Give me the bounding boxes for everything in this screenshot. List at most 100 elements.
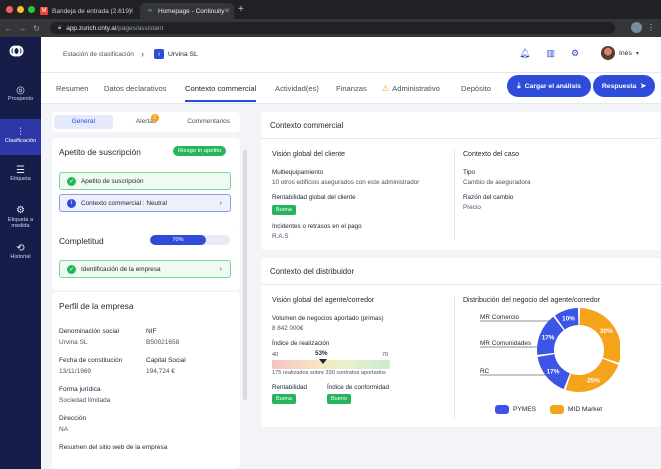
close-window-icon[interactable] [6, 6, 13, 13]
back-icon[interactable]: ← [3, 24, 14, 33]
indice-value: 53% [315, 350, 328, 357]
new-tab-button[interactable]: + [238, 4, 244, 15]
close-tab-icon[interactable]: ✕ [128, 7, 134, 15]
bell-icon[interactable]: 🔔︎ [519, 48, 530, 59]
risk-status-badge: Riesgo in apetito [173, 146, 227, 156]
legend-swatch [550, 405, 564, 414]
button-label: Cargar el análisis [524, 82, 581, 90]
tab-administrativo[interactable]: ⚠ Administrativo [382, 84, 440, 93]
breadcrumb-separator-icon: › [141, 49, 144, 59]
field-label: Forma jurídica [59, 386, 101, 393]
chevron-down-icon: ▾ [635, 50, 639, 57]
tab-finanzas[interactable]: Finanzas [336, 84, 367, 93]
apetito-title: Apetito de suscripción [59, 147, 141, 157]
chart-title: Distribución del negocio del agente/corr… [463, 297, 600, 304]
row-label: Contexto commercial : Neutral [81, 199, 167, 207]
slice-label: 10% [562, 315, 575, 322]
alert-count-badge: 2 [150, 114, 159, 122]
browser-tab-gmail[interactable]: M Bandeja de entrada (2.619) ✕ [34, 3, 138, 19]
download-icon: ⤓ [517, 81, 521, 90]
target-icon: ◎ [16, 84, 25, 96]
row-label: Apetito de suscripción [81, 177, 144, 185]
sidebar-item-label: Prospecto [7, 96, 34, 102]
multi-label: Multiequipamiento [272, 169, 324, 176]
scale-marker-icon [319, 359, 328, 364]
volumen-value: 8 842 000€ [272, 325, 304, 332]
donut-slice[interactable] [579, 308, 620, 363]
sliders-icon: ⫶ [19, 126, 22, 138]
sidebar: ◎ Prospecto ⫶ Clasificación ☰ Etiqueta ⚙… [0, 37, 41, 469]
tab-alertas[interactable]: Alertas 2 [117, 114, 176, 129]
contexto-commercial-row[interactable]: i Contexto commercial : Neutral › [59, 194, 231, 212]
browser-tabbar: M Bandeja de entrada (2.619) ✕ ∞ Homepag… [0, 0, 661, 19]
divider [261, 284, 661, 285]
tab-general[interactable]: General [54, 115, 113, 129]
upload-analysis-button[interactable]: ⤓ Cargar el análisis [507, 75, 591, 97]
category-label: MR Comercio [480, 314, 520, 321]
apetito-row[interactable]: ✓ Apetito de suscripción [59, 172, 231, 190]
field-label: Dirección [59, 415, 87, 422]
identificacion-row[interactable]: ✓ Identificación de la empresa › [59, 260, 231, 278]
row-label: Identificación de la empresa [81, 265, 161, 273]
sidebar-item-historial[interactable]: ⟲ Historial [0, 235, 41, 271]
progress-fill: 70% [150, 235, 206, 245]
tab-deposito[interactable]: Depósito [461, 84, 491, 93]
slice-label: 17% [547, 368, 560, 375]
tab-contexto-commercial[interactable]: Contexto commercial [185, 84, 257, 102]
close-tab-icon[interactable]: ✕ [224, 7, 230, 15]
sidebar-item-clasificacion[interactable]: ⫶ Clasificación [0, 119, 41, 155]
case-selector[interactable]: ‹ Urvina SL [154, 49, 198, 59]
warning-icon: ⚠ [382, 84, 390, 93]
user-name: Inés [619, 49, 632, 57]
book-icon[interactable]: ▥ [546, 48, 555, 59]
tab-actividades[interactable]: Actividad(es) [275, 84, 319, 93]
answer-button[interactable]: Respuesta ➤ [593, 75, 655, 97]
divider [261, 138, 661, 139]
sidebar-item-prospecto[interactable]: ◎ Prospecto [0, 77, 41, 113]
multi-value: 10 otros edificios asegurados con este a… [272, 179, 420, 186]
back-arrow-icon[interactable]: ‹ [154, 49, 164, 59]
field-label: Resumen del sitio web de la empresa [59, 444, 168, 451]
url-field[interactable]: 🔒︎ app.zurich.cnty.ai /pages/assistant [50, 22, 615, 34]
contexto-commercial-title: Contexto commercial [270, 121, 344, 130]
browser-address-bar: ← → ↻ 🔒︎ app.zurich.cnty.ai /pages/assis… [0, 19, 661, 37]
donut-slice[interactable] [565, 358, 619, 392]
minimize-window-icon[interactable] [17, 6, 24, 13]
sidebar-item-label: Clasificación [4, 138, 37, 144]
legend-item-mid-market: MID Market [550, 405, 602, 414]
slice-label: 17% [542, 334, 555, 341]
scale-min: 40 [272, 352, 279, 358]
url-path: /pages/assistant [116, 24, 164, 32]
browser-tab-continuity[interactable]: ∞ Homepage - Continuity ✕ [140, 3, 234, 19]
gear-icon[interactable]: ⚙ [571, 48, 579, 59]
browser-profile-avatar[interactable] [631, 22, 642, 33]
browser-menu-icon[interactable]: ⋮ [647, 23, 655, 32]
user-menu[interactable]: Inés ▾ [601, 46, 639, 60]
field-label: Fecha de constitución [59, 357, 123, 364]
left-panel-scrollbar[interactable] [243, 150, 247, 400]
send-icon: ➤ [640, 83, 647, 90]
indice-note: 175 realizados sobre 330 contratos aport… [272, 370, 386, 376]
tab-resumen[interactable]: Resumen [56, 84, 89, 93]
sidebar-item-label: Etiqueta a medida [7, 216, 34, 230]
chevron-right-icon: › [219, 199, 222, 207]
custom-tag-icon: ⚙ [16, 205, 25, 217]
gmail-icon: M [40, 7, 48, 15]
tab-commentarios[interactable]: Commentarios [179, 115, 238, 129]
continuity-logo-icon[interactable] [9, 42, 33, 60]
history-icon: ⟲ [16, 242, 25, 254]
contexto-caso-title: Contexto del caso [463, 151, 520, 158]
reload-icon[interactable]: ↻ [31, 24, 42, 33]
razon-value: Precio [463, 204, 481, 211]
chevron-right-icon: › [219, 265, 222, 273]
rentabilidad-cliente-label: Rentabilidad global del cliente [272, 194, 356, 201]
field-value: Sociedad limitada [59, 397, 111, 404]
forward-icon[interactable]: → [17, 24, 28, 33]
check-icon: ✓ [67, 264, 76, 274]
conformidad-badge: Bueno [327, 394, 351, 404]
breadcrumb[interactable]: Estación de clasificación [63, 51, 134, 58]
slice-label: 25% [587, 378, 600, 385]
sidebar-item-etiqueta[interactable]: ☰ Etiqueta [0, 157, 41, 193]
tab-datos-declarativos[interactable]: Datos declarativos [104, 84, 166, 93]
completitud-title: Completitud [59, 236, 104, 246]
